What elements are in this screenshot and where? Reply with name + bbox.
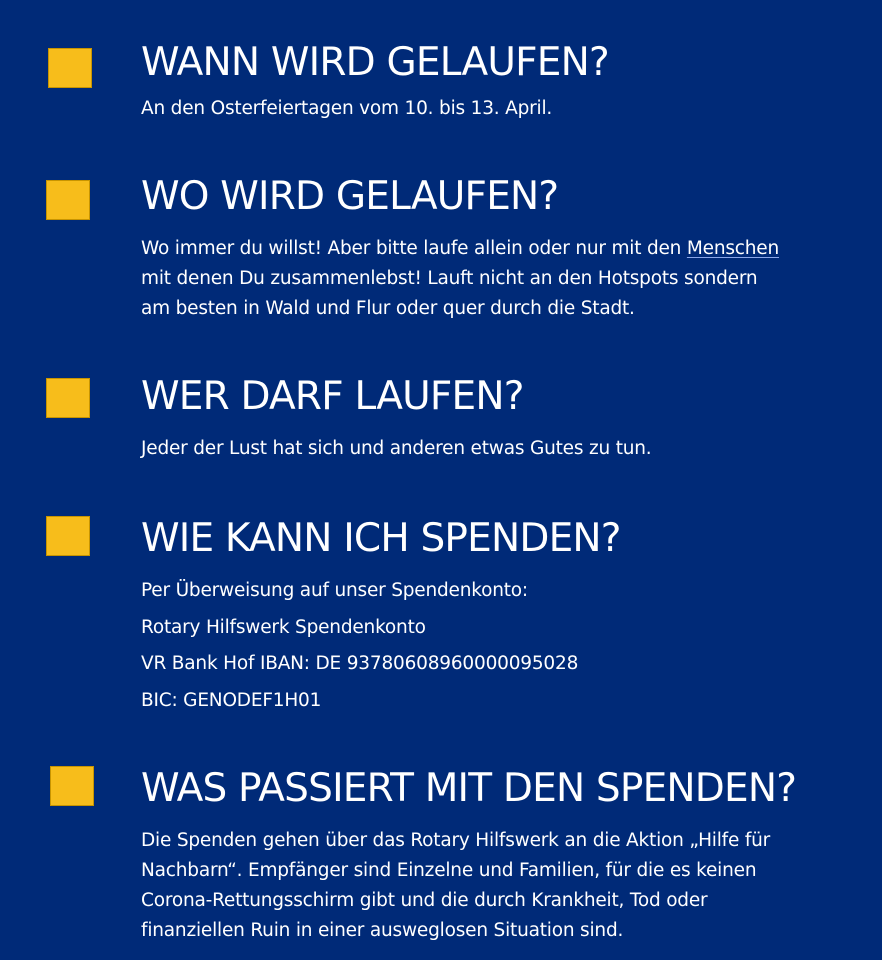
text-line: VR Bank Hof IBAN: DE 9378060896000009502… bbox=[141, 653, 579, 674]
bullet-square-icon bbox=[46, 180, 90, 220]
text-line: Jeder der Lust hat sich und anderen etwa… bbox=[141, 438, 652, 459]
heading-when: WANN WIRD GELAUFEN? bbox=[141, 40, 610, 85]
bullet-square-icon bbox=[46, 516, 90, 556]
text-line: Wo immer du willst! Aber bitte laufe all… bbox=[141, 234, 779, 264]
text-line: Nachbarn“. Empfänger sind Einzelne und F… bbox=[141, 860, 757, 881]
text-line: Rotary Hilfswerk Spendenkonto bbox=[141, 616, 426, 638]
bullet-square-icon bbox=[48, 48, 92, 88]
bullet-square-icon bbox=[46, 378, 90, 418]
text-who: Jeder der Lust hat sich und anderen etwa… bbox=[141, 434, 652, 464]
text-line: Die Spenden gehen über das Rotary Hilfsw… bbox=[141, 830, 771, 851]
text-line-part: Wo immer du willst! Aber bitte laufe all… bbox=[141, 238, 687, 259]
bullet-square-icon bbox=[50, 766, 94, 806]
heading-purpose: WAS PASSIERT MIT DEN SPENDEN? bbox=[141, 766, 797, 811]
text-line: An den Osterfeiertagen vom 10. bis 13. A… bbox=[141, 98, 553, 119]
text-line: am besten in Wald und Flur oder quer dur… bbox=[141, 298, 635, 319]
text-line: finanziellen Ruin in einer ausweglosen S… bbox=[141, 920, 624, 941]
text-where: Wo immer du willst! Aber bitte laufe all… bbox=[141, 234, 779, 324]
text-line: BIC: GENODEF1H01 bbox=[141, 689, 322, 711]
text-line: mit denen Du zusammenlebst! Lauft nicht … bbox=[141, 268, 758, 289]
heading-who: WER DARF LAUFEN? bbox=[141, 374, 524, 419]
text-when: An den Osterfeiertagen vom 10. bis 13. A… bbox=[141, 96, 552, 122]
text-purpose: Die Spenden gehen über das Rotary Hilfsw… bbox=[141, 826, 770, 946]
text-line: Corona-Rettungsschirm gibt und die durch… bbox=[141, 890, 708, 911]
text-line: Per Überweisung auf unser Spendenkonto: bbox=[141, 580, 528, 601]
heading-donate: WIE KANN ICH SPENDEN? bbox=[141, 516, 622, 561]
underlined-word: Menschen bbox=[686, 238, 780, 259]
text-donate: Per Überweisung auf unser Spendenkonto: … bbox=[141, 573, 578, 719]
heading-where: WO WIRD GELAUFEN? bbox=[141, 174, 559, 219]
